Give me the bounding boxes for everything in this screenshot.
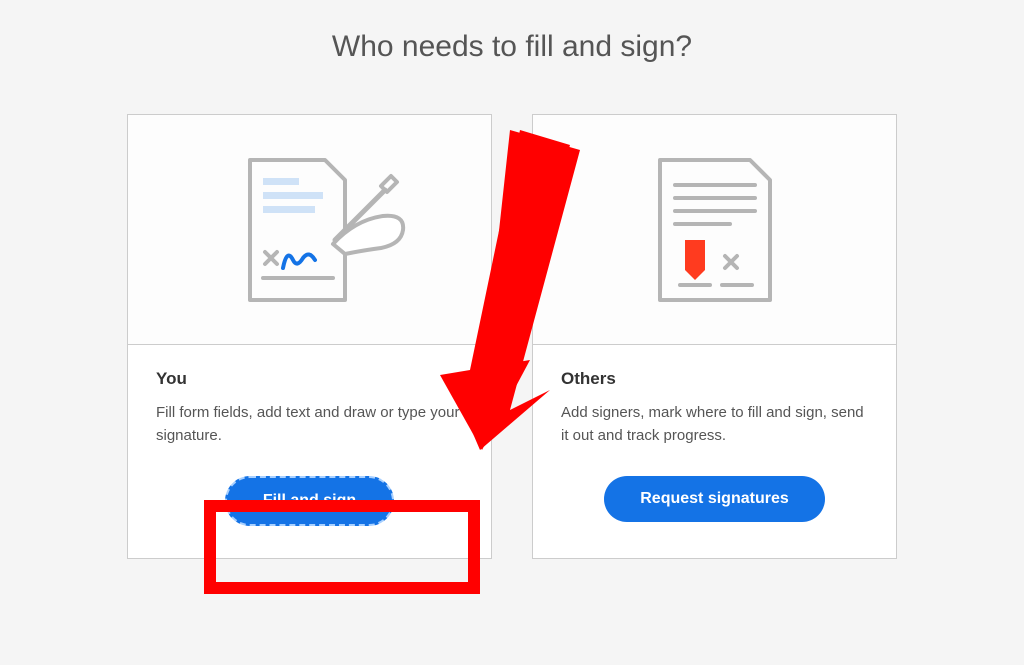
request-signatures-button[interactable]: Request signatures xyxy=(604,476,824,522)
page-heading: Who needs to fill and sign? xyxy=(0,0,1024,114)
card-you: You Fill form fields, add text and draw … xyxy=(127,114,492,559)
sign-document-icon xyxy=(205,150,415,310)
card-others: Others Add signers, mark where to fill a… xyxy=(532,114,897,559)
card-others-desc: Add signers, mark where to fill and sign… xyxy=(561,401,868,448)
fill-and-sign-button[interactable]: Fill and sign xyxy=(225,476,394,526)
card-you-title: You xyxy=(156,369,463,389)
card-you-illustration xyxy=(128,115,491,345)
request-document-icon xyxy=(630,150,800,310)
card-others-illustration xyxy=(533,115,896,345)
card-you-desc: Fill form fields, add text and draw or t… xyxy=(156,401,463,448)
card-others-title: Others xyxy=(561,369,868,389)
card-container: You Fill form fields, add text and draw … xyxy=(0,114,1024,559)
